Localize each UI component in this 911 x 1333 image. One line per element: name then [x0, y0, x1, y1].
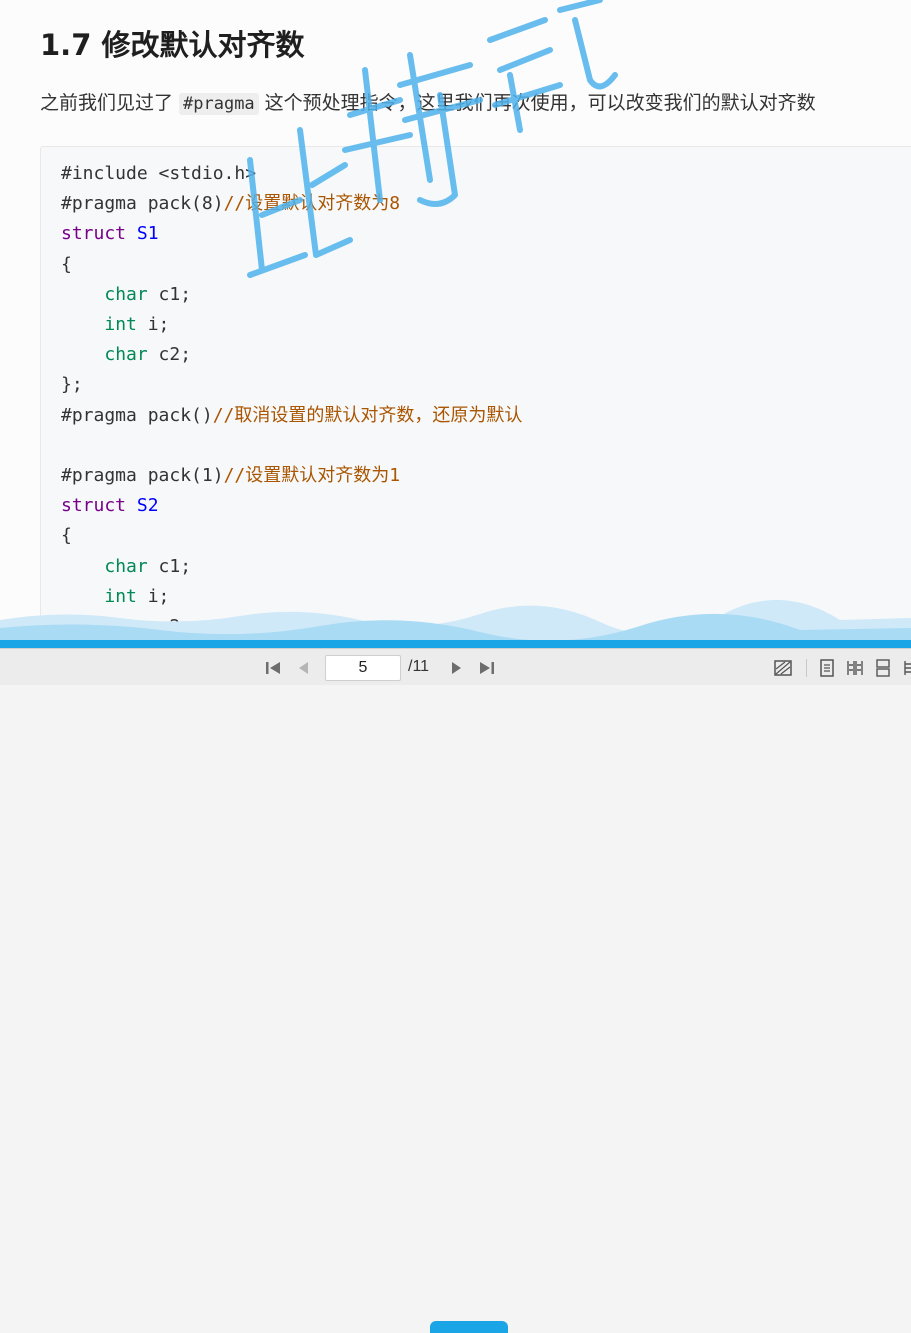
document-page: 1.7 修改默认对齐数 之前我们见过了 #pragma 这个预处理指令，这里我们再次… — [0, 0, 911, 648]
code-line: int i; — [61, 582, 169, 612]
code-token: struct — [61, 495, 127, 517]
code-token: int — [104, 314, 137, 335]
code-line: { — [61, 250, 72, 280]
code-token: char — [104, 555, 148, 577]
code-token: i; — [136, 585, 170, 607]
code-token: struct — [61, 223, 127, 245]
code-token: char — [104, 283, 148, 305]
last-page-icon[interactable] — [476, 657, 498, 679]
code-token: c2; — [147, 344, 192, 366]
code-token: c1; — [147, 555, 192, 577]
floating-tab[interactable] — [430, 1321, 508, 1333]
code-token: #pragma pack(8) — [61, 193, 224, 215]
code-line: #pragma pack(8)//设置默认对齐数为8 — [61, 189, 400, 219]
code-token: S2 — [136, 495, 159, 517]
two-page-icon[interactable] — [844, 657, 866, 679]
code-token: //取消设置的默认对齐数，还原为默认 — [212, 404, 523, 426]
page-number-input[interactable]: 5 — [325, 655, 401, 681]
code-token: { — [61, 525, 72, 547]
facing-icon[interactable] — [898, 657, 911, 679]
code-line: char c1; — [61, 280, 191, 310]
section-heading: 1.7 修改默认对齐数 — [40, 28, 305, 62]
pdf-toolbar: 5 /11 — [0, 648, 911, 1333]
shading-icon[interactable] — [772, 657, 794, 679]
code-token: #pragma pack(1) — [61, 465, 224, 486]
code-token: char — [104, 616, 148, 637]
code-token: c2; — [147, 616, 192, 637]
code-line: struct S1 — [61, 219, 159, 249]
paragraph-text-after: 这个预处理指令，这里我们再次使用，可以改变我们的默认对齐数 — [264, 92, 816, 114]
code-token: c1; — [147, 283, 192, 305]
code-token: }; — [61, 374, 83, 396]
code-line: }; — [61, 370, 83, 400]
watermark-glyph-6 — [557, 0, 618, 90]
code-token: int — [104, 585, 137, 607]
code-token: //设置默认对齐数为1 — [223, 465, 401, 486]
next-page-icon[interactable] — [446, 657, 468, 679]
inline-code-pragma: #pragma — [179, 93, 259, 115]
prev-page-icon[interactable] — [292, 657, 314, 679]
intro-paragraph: 之前我们见过了 #pragma 这个预处理指令，这里我们再次使用，可以改变我们的默认… — [40, 88, 816, 115]
code-line: char c2; — [61, 340, 191, 370]
code-line: #pragma pack(1)//设置默认对齐数为1 — [61, 461, 400, 491]
code-token: S1 — [136, 223, 159, 245]
code-line: int i; — [61, 310, 169, 340]
code-token: { — [61, 253, 72, 275]
code-line: { — [61, 521, 72, 551]
code-line: #pragma pack()//取消设置的默认对齐数，还原为默认 — [61, 401, 522, 431]
code-line: char c2; — [61, 612, 191, 642]
toolbar-separator — [806, 659, 807, 677]
code-line: #include <stdio.h> — [61, 159, 256, 189]
page-total: /11 — [408, 658, 430, 675]
code-line: struct S2 — [61, 491, 159, 521]
first-page-icon[interactable] — [262, 657, 284, 679]
paragraph-text-before: 之前我们见过了 — [40, 92, 174, 114]
continuous-icon[interactable] — [872, 657, 894, 679]
progress-accent-bar — [0, 640, 911, 648]
code-token: //设置默认对齐数为8 — [223, 193, 401, 215]
code-token: i; — [136, 314, 170, 335]
code-block: #include <stdio.h> #pragma pack(8)//设置默认对… — [40, 146, 911, 648]
code-token: #include <stdio.h> — [61, 163, 257, 184]
code-token: char — [104, 344, 148, 366]
code-token: #pragma pack() — [61, 404, 213, 426]
single-page-icon[interactable] — [816, 657, 838, 679]
code-line: char c1; — [61, 552, 191, 582]
